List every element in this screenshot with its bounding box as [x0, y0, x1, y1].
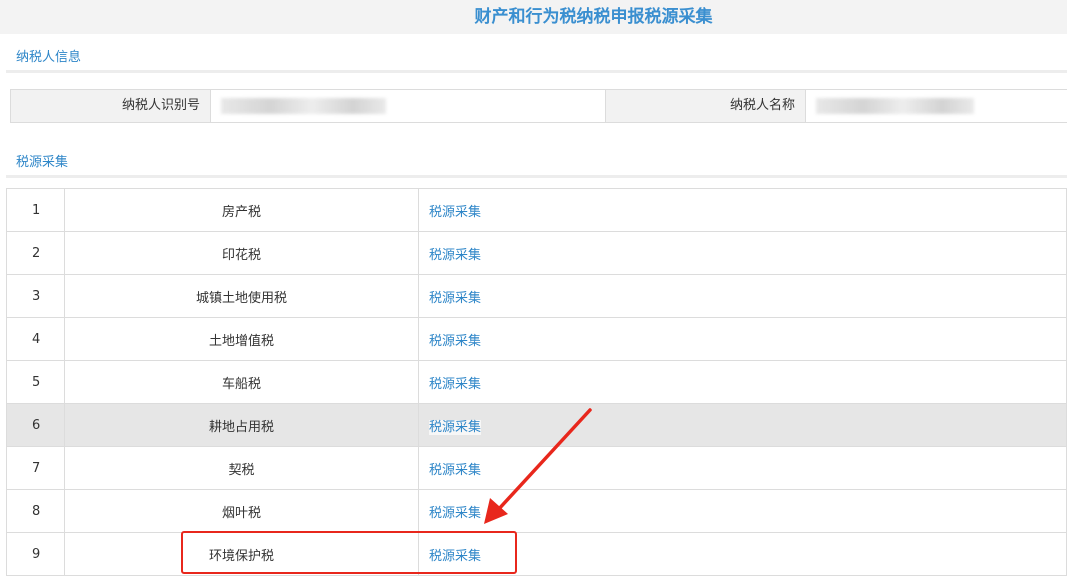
action-cell: 税源采集 — [418, 188, 1067, 232]
table-row: 9 环境保护税 税源采集 — [6, 532, 1067, 576]
table-row: 6 耕地占用税 税源采集 — [6, 403, 1067, 447]
tax-source-collect-link[interactable]: 税源采集 — [429, 248, 481, 263]
table-row: 7 契税 税源采集 — [6, 446, 1067, 490]
tax-type-name: 烟叶税 — [64, 489, 419, 533]
row-number: 9 — [6, 532, 65, 576]
tax-source-collect-link[interactable]: 税源采集 — [429, 506, 481, 521]
action-cell: 税源采集 — [418, 231, 1067, 275]
tax-source-table: 1 房产税 税源采集 2 印花税 税源采集 3 城镇土地使用税 税源采集 4 土地增值税 税源采集 5 车… — [6, 188, 1067, 576]
action-cell: 税源采集 — [418, 274, 1067, 318]
table-row: 2 印花税 税源采集 — [6, 231, 1067, 275]
title-bar: 财产和行为税纳税申报税源采集 — [0, 0, 1067, 34]
tax-type-name: 土地增值税 — [64, 317, 419, 361]
tax-source-collect-link[interactable]: 税源采集 — [429, 419, 482, 435]
redacted-blur — [221, 98, 386, 114]
tax-source-collect-link[interactable]: 税源采集 — [429, 377, 481, 392]
tab-tax-source-label: 税源采集 — [16, 155, 69, 170]
tax-type-name: 车船税 — [64, 360, 419, 404]
row-number: 1 — [6, 188, 65, 232]
row-number: 5 — [6, 360, 65, 404]
action-cell: 税源采集 — [418, 446, 1067, 490]
row-number: 2 — [6, 231, 65, 275]
table-row: 5 车船税 税源采集 — [6, 360, 1067, 404]
tab-tax-source[interactable]: 税源采集 — [6, 150, 79, 178]
action-cell: 税源采集 — [418, 489, 1067, 533]
taxpayer-name-label: 纳税人名称 — [606, 90, 806, 122]
tax-type-name: 城镇土地使用税 — [64, 274, 419, 318]
row-number: 6 — [6, 403, 65, 447]
taxpayer-name-value — [806, 90, 1067, 122]
tax-source-collect-link[interactable]: 税源采集 — [429, 205, 481, 220]
row-number: 3 — [6, 274, 65, 318]
table-row: 3 城镇土地使用税 税源采集 — [6, 274, 1067, 318]
tax-type-name: 印花税 — [64, 231, 419, 275]
action-cell: 税源采集 — [418, 403, 1067, 447]
redacted-blur — [816, 98, 974, 114]
tax-type-name: 耕地占用税 — [64, 403, 419, 447]
table-row: 8 烟叶税 税源采集 — [6, 489, 1067, 533]
taxpayer-id-label: 纳税人识别号 — [11, 90, 211, 122]
section-divider — [6, 70, 1067, 73]
tax-type-name: 契税 — [64, 446, 419, 490]
table-row: 1 房产税 税源采集 — [6, 188, 1067, 232]
table-row: 4 土地增值税 税源采集 — [6, 317, 1067, 361]
tax-source-collect-link[interactable]: 税源采集 — [429, 463, 481, 478]
tax-source-collect-link[interactable]: 税源采集 — [429, 334, 481, 349]
row-number: 4 — [6, 317, 65, 361]
section-divider — [6, 175, 1067, 178]
action-cell: 税源采集 — [418, 360, 1067, 404]
row-number: 7 — [6, 446, 65, 490]
action-cell: 税源采集 — [418, 317, 1067, 361]
page-title: 财产和行为税纳税申报税源采集 — [474, 7, 713, 27]
tax-source-page: 财产和行为税纳税申报税源采集 纳税人信息 纳税人识别号 纳税人名称 税源采集 1… — [0, 0, 1067, 580]
row-number: 8 — [6, 489, 65, 533]
tax-source-collect-link[interactable]: 税源采集 — [429, 291, 481, 306]
taxpayer-info-row: 纳税人识别号 纳税人名称 — [10, 89, 1067, 123]
tax-type-name: 房产税 — [64, 188, 419, 232]
taxpayer-id-value — [211, 90, 606, 122]
tab-taxpayer-info-label: 纳税人信息 — [16, 50, 82, 65]
tab-taxpayer-info[interactable]: 纳税人信息 — [6, 45, 92, 73]
annotation-highlight-box — [181, 531, 517, 574]
